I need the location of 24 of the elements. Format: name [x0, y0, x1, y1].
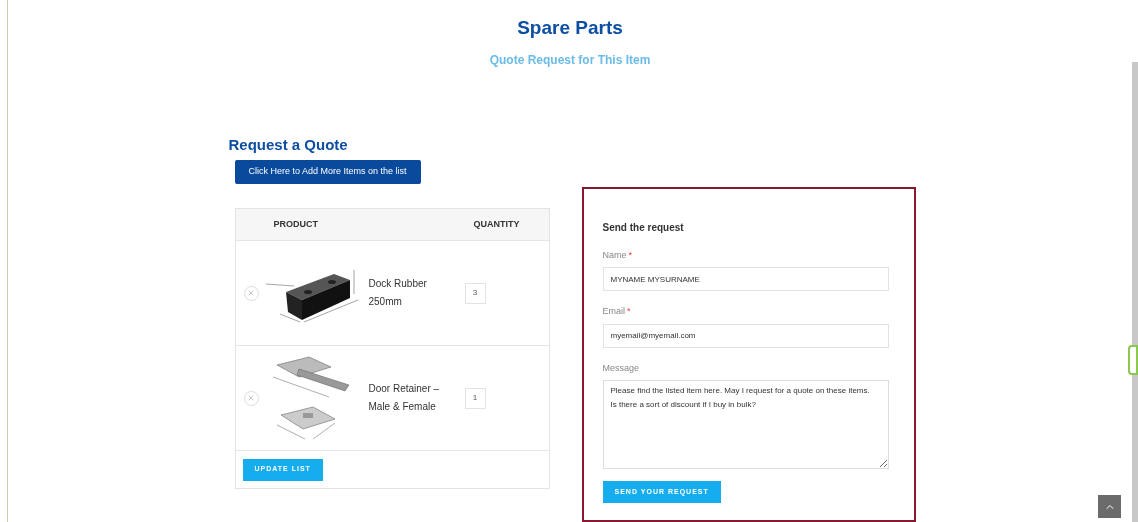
- close-icon: [247, 394, 255, 402]
- column-header: QUANTITY: [473, 217, 520, 231]
- field-label: Message: [602, 362, 640, 373]
- side-widget[interactable]: [1128, 345, 1138, 375]
- add-items-button[interactable]: Click Here to Add More Items on the list: [234, 160, 421, 184]
- form-title: Send the request: [602, 220, 685, 235]
- text-field[interactable]: MYNAME MYSURNAME: [602, 267, 889, 291]
- scrollbar[interactable]: [1132, 62, 1138, 522]
- quantity-field[interactable]: 3: [464, 282, 486, 304]
- product-name: Door Retainer – Male & Female: [368, 382, 441, 414]
- close-icon: [247, 289, 255, 297]
- required-mark: *: [628, 249, 633, 260]
- section-heading: Request a Quote: [228, 134, 349, 155]
- message-field[interactable]: Please find the listed item here. May I request for a quote on these items. Is there a sort of discount if I buy in bulk?: [602, 380, 889, 469]
- page-title: Spare Parts: [517, 16, 623, 40]
- scroll-to-top-button[interactable]: [1098, 495, 1121, 518]
- page-subtitle: Quote Request for This Item: [489, 51, 651, 69]
- quantity-field[interactable]: 1: [464, 387, 486, 409]
- product-name: Dock Rubber 250mm: [368, 277, 428, 309]
- field-label: Email: [602, 306, 625, 316]
- required-mark: *: [627, 306, 631, 316]
- column-header: PRODUCT: [273, 217, 319, 231]
- text-field[interactable]: myemail@myemail.com: [602, 323, 889, 348]
- field-label: Name: [602, 249, 627, 260]
